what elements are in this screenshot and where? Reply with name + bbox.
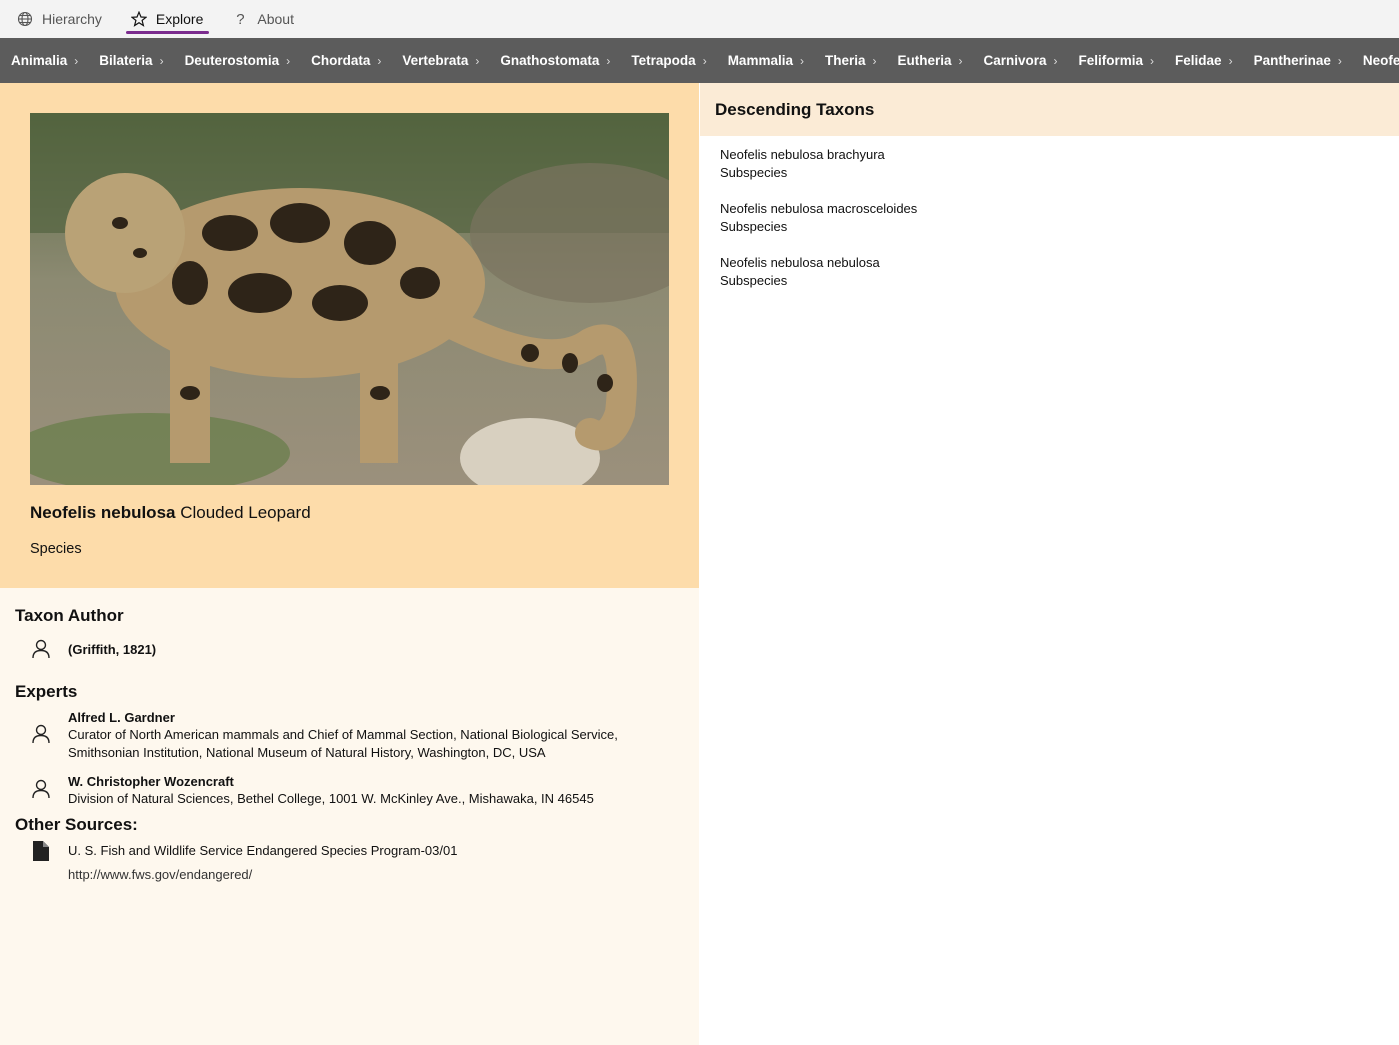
tab-explore-label: Explore: [155, 11, 204, 27]
breadcrumb-item[interactable]: Mammalia ›: [717, 38, 814, 83]
breadcrumb-label: Bilateria: [99, 53, 153, 68]
common-name: Clouded Leopard: [180, 503, 311, 522]
descending-taxons-heading: Descending Taxons: [700, 83, 1399, 136]
taxon-list-item[interactable]: Neofelis nebulosa nebulosa Subspecies: [720, 254, 880, 290]
taxon-rank: Subspecies: [720, 219, 788, 234]
breadcrumb: Animalia › Bilateria › Deuterostomia › Chordat…: [0, 38, 1399, 83]
breadcrumb-label: Gnathostomata: [500, 53, 600, 68]
breadcrumb-label: Feliformia: [1078, 53, 1144, 68]
breadcrumb-label: Deuterostomia: [184, 53, 280, 68]
breadcrumb-label: Neofelis: [1362, 53, 1399, 68]
chevron-right-icon: ›: [74, 53, 79, 68]
breadcrumb-item[interactable]: Carnivora ›: [973, 38, 1068, 83]
other-sources-heading: Other Sources:: [15, 815, 138, 834]
chevron-right-icon: ›: [872, 53, 877, 68]
breadcrumb-label: Theria: [824, 53, 866, 68]
expert-affiliation-line: Division of Natural Sciences, Bethel Col…: [68, 791, 594, 806]
breadcrumb-item[interactable]: Feliformia ›: [1068, 38, 1165, 83]
taxon-author-heading: Taxon Author: [15, 606, 124, 625]
species-hero: Neofelis nebulosa Clouded Leopard Specie…: [0, 83, 699, 588]
taxon-name: Neofelis nebulosa brachyura: [720, 147, 885, 162]
expert-affiliation-line: Smithsonian Institution, National Museum…: [68, 745, 546, 760]
chevron-right-icon: ›: [702, 53, 707, 68]
breadcrumb-item[interactable]: Bilateria ›: [88, 38, 173, 83]
chevron-right-icon: ›: [1228, 53, 1233, 68]
chevron-right-icon: ›: [286, 53, 291, 68]
breadcrumb-label: Vertebrata: [402, 53, 469, 68]
breadcrumb-label: Carnivora: [983, 53, 1047, 68]
chevron-right-icon: ›: [159, 53, 164, 68]
tab-hierarchy[interactable]: Hierarchy: [12, 0, 116, 38]
tab-about[interactable]: ? About: [227, 0, 308, 38]
breadcrumb-item[interactable]: Chordata ›: [300, 38, 391, 83]
breadcrumb-item[interactable]: Felidae ›: [1164, 38, 1243, 83]
breadcrumb-label: Felidae: [1175, 53, 1222, 68]
chevron-right-icon: ›: [606, 53, 611, 68]
chevron-right-icon: ›: [475, 53, 480, 68]
person-icon: [30, 638, 52, 660]
breadcrumb-item[interactable]: Vertebrata ›: [391, 38, 489, 83]
species-photo: [30, 113, 669, 485]
tab-explore[interactable]: Explore: [125, 0, 217, 38]
taxon-rank: Subspecies: [720, 273, 788, 288]
taxon-list-item[interactable]: Neofelis nebulosa macrosceloides Subspec…: [720, 200, 917, 236]
taxon-name: Neofelis nebulosa nebulosa: [720, 255, 880, 270]
star-icon: [130, 10, 148, 28]
chevron-right-icon: ›: [958, 53, 963, 68]
breadcrumb-label: Chordata: [311, 53, 371, 68]
breadcrumb-label: Mammalia: [727, 53, 793, 68]
chevron-right-icon: ›: [1337, 53, 1342, 68]
expert-affiliation: Curator of North American mammals and Ch…: [68, 726, 668, 762]
expert-name: W. Christopher Wozencraft: [68, 774, 234, 789]
globe-icon: [16, 10, 34, 28]
breadcrumb-item[interactable]: Tetrapoda ›: [620, 38, 716, 83]
taxon-list-item[interactable]: Neofelis nebulosa brachyura Subspecies: [720, 146, 885, 182]
species-title: Neofelis nebulosa Clouded Leopard: [30, 503, 311, 523]
breadcrumb-label: Eutheria: [897, 53, 952, 68]
chevron-right-icon: ›: [1053, 53, 1058, 68]
breadcrumb-label: Tetrapoda: [631, 53, 696, 68]
experts-heading: Experts: [15, 682, 78, 701]
chevron-right-icon: ›: [377, 53, 382, 68]
person-icon: [30, 778, 52, 800]
taxon-author-name: (Griffith, 1821): [68, 642, 157, 657]
expert-affiliation: Division of Natural Sciences, Bethel Col…: [68, 790, 668, 808]
question-icon: ?: [236, 10, 245, 28]
breadcrumb-item[interactable]: Pantherinae ›: [1243, 38, 1352, 83]
tab-about-label: About: [257, 11, 294, 27]
breadcrumb-item[interactable]: Deuterostomia ›: [174, 38, 301, 83]
breadcrumb-item[interactable]: Eutheria ›: [886, 38, 972, 83]
top-navigation: Hierarchy Explore ? About: [0, 0, 1399, 38]
breadcrumb-item[interactable]: Neofelis: [1352, 38, 1399, 83]
breadcrumb-item[interactable]: Animalia ›: [0, 38, 88, 83]
breadcrumb-label: Pantherinae: [1253, 53, 1331, 68]
tab-hierarchy-label: Hierarchy: [42, 11, 102, 27]
document-icon: [32, 840, 50, 862]
chevron-right-icon: ›: [1150, 53, 1155, 68]
source-link[interactable]: http://www.fws.gov/endangered/: [68, 867, 252, 882]
descending-taxons-panel: Descending Taxons Neofelis nebulosa brac…: [700, 83, 1399, 1045]
taxon-rank: Subspecies: [720, 165, 788, 180]
taxon-name: Neofelis nebulosa macrosceloides: [720, 201, 918, 216]
breadcrumb-item[interactable]: Gnathostomata ›: [489, 38, 620, 83]
source-title: U. S. Fish and Wildlife Service Endanger…: [68, 843, 458, 858]
expert-affiliation-line: Curator of North American mammals and Ch…: [68, 727, 618, 742]
species-rank: Species: [30, 541, 82, 557]
scientific-name: Neofelis nebulosa: [30, 503, 176, 522]
breadcrumb-label: Animalia: [11, 53, 68, 68]
species-details: Taxon Author (Griffith, 1821) Experts Al…: [0, 588, 699, 1045]
person-icon: [30, 723, 52, 745]
breadcrumb-item[interactable]: Theria ›: [814, 38, 887, 83]
expert-name: Alfred L. Gardner: [68, 710, 175, 725]
chevron-right-icon: ›: [799, 53, 804, 68]
